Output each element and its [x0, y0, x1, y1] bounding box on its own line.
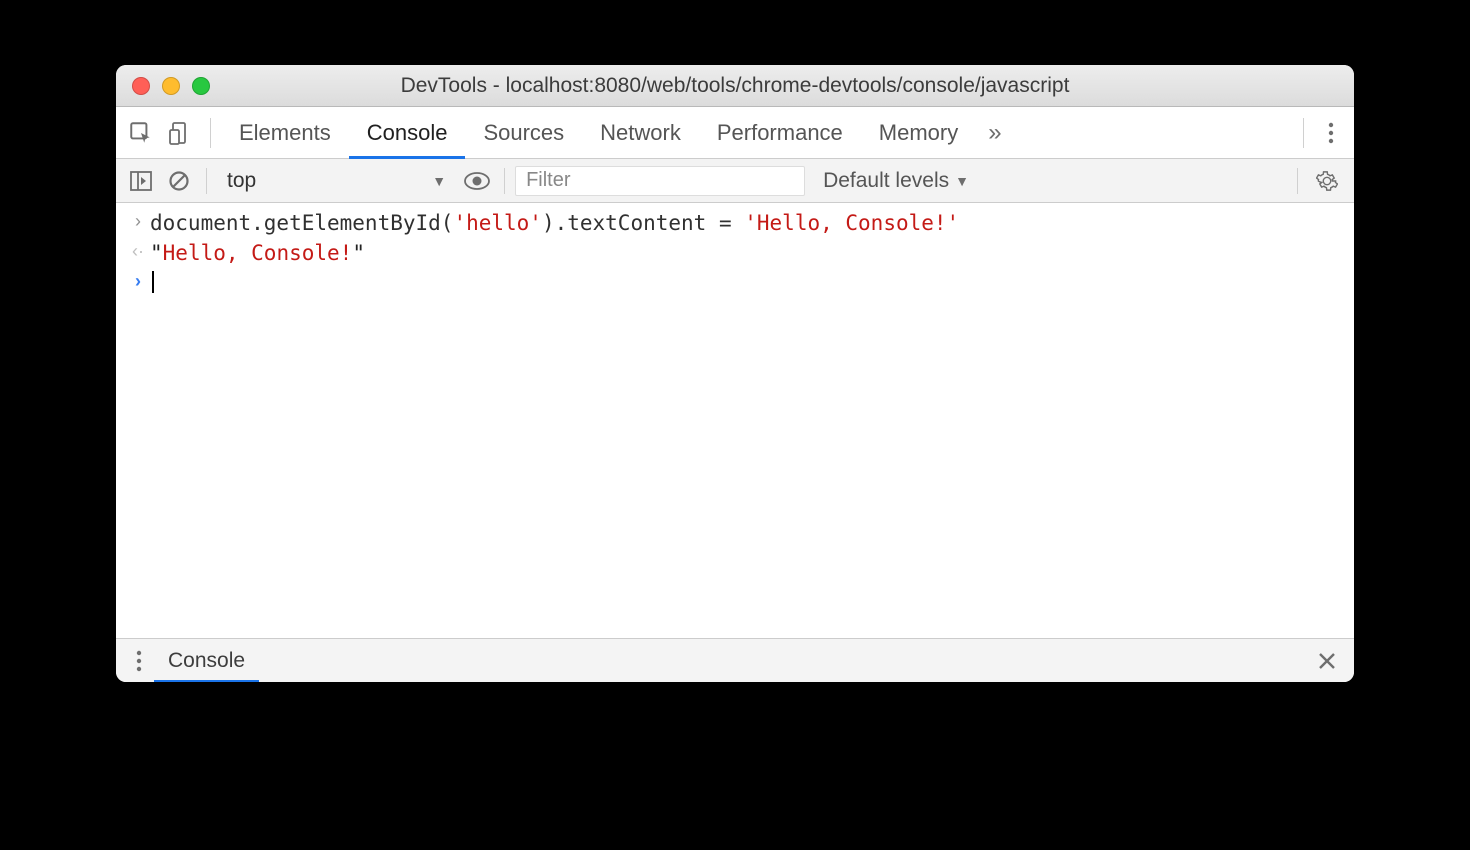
filter-placeholder: Filter [526, 169, 570, 192]
console-settings-icon[interactable] [1308, 170, 1346, 192]
log-levels-label: Default levels [823, 169, 949, 193]
close-drawer-button[interactable] [1308, 652, 1346, 670]
tab-elements[interactable]: Elements [221, 107, 349, 159]
close-window-button[interactable] [132, 77, 150, 95]
console-prompt-line[interactable]: › [116, 269, 1354, 299]
main-menu-button[interactable] [1314, 122, 1348, 144]
chevron-down-icon: ▼ [432, 173, 446, 189]
toggle-device-toolbar-icon[interactable] [168, 120, 192, 146]
input-chevron-icon: › [126, 211, 150, 232]
console-input-code: document.getElementById('hello').textCon… [150, 211, 959, 235]
console-input-line: › document.getElementById('hello').textC… [116, 209, 1354, 239]
tab-memory[interactable]: Memory [861, 107, 976, 159]
tab-console[interactable]: Console [349, 107, 466, 159]
main-tabs: Elements Console Sources Network Perform… [116, 107, 1354, 159]
console-return-line: ‹· "Hello, Console!" [116, 239, 1354, 269]
drawer-menu-button[interactable] [124, 650, 154, 672]
window-title: DevTools - localhost:8080/web/tools/chro… [116, 74, 1354, 98]
context-selector[interactable]: top ▼ [217, 169, 456, 193]
drawer-tab-console[interactable]: Console [154, 639, 259, 683]
filter-input[interactable]: Filter [515, 166, 805, 196]
zoom-window-button[interactable] [192, 77, 210, 95]
separator [1303, 118, 1304, 148]
devtools-window: DevTools - localhost:8080/web/tools/chro… [116, 65, 1354, 682]
prompt-chevron-icon: › [126, 271, 150, 292]
tab-network[interactable]: Network [582, 107, 699, 159]
separator [210, 118, 211, 148]
drawer: Console [116, 638, 1354, 682]
tab-sources[interactable]: Sources [465, 107, 582, 159]
toggle-sidebar-icon[interactable] [124, 164, 158, 198]
minimize-window-button[interactable] [162, 77, 180, 95]
output-chevron-icon: ‹· [126, 241, 150, 262]
chevron-down-icon: ▼ [955, 173, 969, 189]
console-toolbar: top ▼ Filter Default levels ▼ [116, 159, 1354, 203]
text-caret [152, 271, 154, 293]
titlebar: DevTools - localhost:8080/web/tools/chro… [116, 65, 1354, 107]
separator [206, 168, 207, 194]
separator [1297, 168, 1298, 194]
context-label: top [227, 169, 256, 193]
inspect-element-icon[interactable] [128, 120, 154, 146]
clear-console-icon[interactable] [162, 164, 196, 198]
log-levels-selector[interactable]: Default levels ▼ [809, 169, 983, 193]
overflow-tabs-button[interactable]: » [976, 119, 1013, 147]
tab-performance[interactable]: Performance [699, 107, 861, 159]
console-output[interactable]: › document.getElementById('hello').textC… [116, 203, 1354, 638]
window-controls [132, 77, 210, 95]
live-expression-icon[interactable] [460, 164, 494, 198]
separator [504, 168, 505, 194]
console-return-value: "Hello, Console!" [150, 241, 365, 265]
